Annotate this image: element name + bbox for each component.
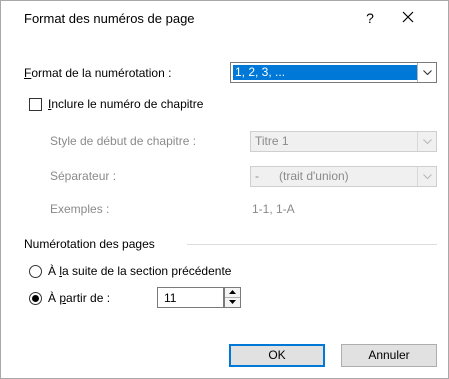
ok-button[interactable]: OK (229, 344, 325, 367)
start-at-input[interactable]: 11 (157, 287, 224, 308)
chapter-style-combo[interactable]: Titre 1 (250, 131, 437, 152)
triangle-up-icon (229, 290, 236, 294)
triangle-down-icon (229, 300, 236, 304)
chevron-down-icon (422, 174, 432, 179)
continue-previous-label: À la suite de la section précédente (48, 264, 232, 278)
chevron-down-icon (422, 139, 432, 144)
dialog-title: Format des numéros de page (24, 11, 195, 26)
separator-value: - (trait d'union) (255, 169, 349, 183)
chapter-style-dropdown[interactable] (417, 132, 436, 151)
separator-dropdown[interactable] (417, 167, 436, 186)
chapter-style-label: Style de début de chapitre : (50, 134, 197, 148)
chevron-down-icon (422, 70, 432, 75)
group-divider (187, 244, 437, 245)
cancel-button[interactable]: Annuler (341, 344, 437, 367)
include-chapter-checkbox[interactable] (29, 98, 42, 111)
format-page-numbers-dialog: Format des numéros de page ? Format de l… (0, 0, 449, 379)
include-chapter-label: Inclure le numéro de chapitre (48, 97, 204, 111)
number-format-combo[interactable]: 1, 2, 3, ... (230, 62, 437, 83)
close-icon (402, 11, 414, 23)
title-bar: Format des numéros de page ? (1, 1, 448, 33)
help-button[interactable]: ? (357, 7, 383, 29)
start-at-radio[interactable] (29, 292, 42, 305)
separator-label: Séparateur : (50, 169, 117, 183)
spin-up-button[interactable] (225, 288, 240, 298)
examples-value: 1-1, 1-A (252, 202, 295, 216)
close-button[interactable] (395, 7, 421, 29)
start-at-label: À partir de : (48, 291, 111, 305)
start-at-value: 11 (164, 291, 177, 305)
number-format-dropdown[interactable] (417, 63, 436, 82)
number-format-value: 1, 2, 3, ... (233, 65, 417, 80)
separator-combo[interactable]: - (trait d'union) (250, 166, 437, 187)
start-at-spinner[interactable] (224, 287, 241, 308)
continue-previous-radio[interactable] (29, 265, 42, 278)
page-numbering-group-label: Numérotation des pages (24, 237, 155, 251)
number-format-label: Format de la numérotation : (24, 66, 172, 80)
examples-label: Exemples : (50, 202, 110, 216)
spin-down-button[interactable] (225, 298, 240, 307)
chapter-style-value: Titre 1 (255, 134, 289, 148)
